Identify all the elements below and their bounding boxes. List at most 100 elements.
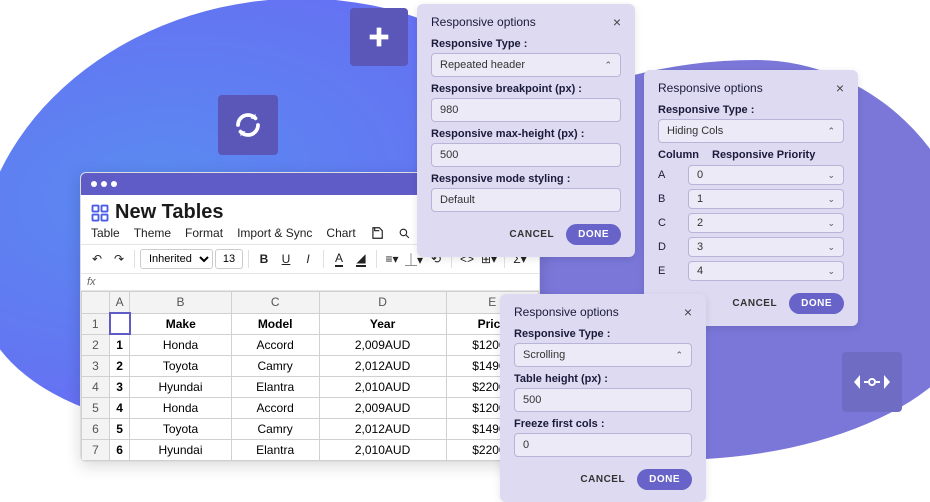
cell[interactable]: 3 <box>110 377 130 398</box>
breakpoint-label: Responsive breakpoint (px) : <box>431 83 621 95</box>
cell[interactable]: 2,009AUD <box>319 334 446 356</box>
mode-styling-select[interactable]: Default <box>431 188 621 212</box>
formula-bar[interactable]: fx <box>81 274 539 291</box>
done-button[interactable]: DONE <box>637 469 692 490</box>
col-header[interactable]: C <box>231 292 319 314</box>
cell[interactable]: Hyundai <box>130 377 231 398</box>
priority-col-label: C <box>658 217 678 229</box>
cell[interactable]: 2,012AUD <box>319 419 446 440</box>
app-title: New Tables <box>115 201 224 224</box>
table-height-input[interactable]: 500 <box>514 388 692 412</box>
freeze-cols-input[interactable]: 0 <box>514 433 692 457</box>
row-header[interactable]: 5 <box>82 398 110 419</box>
done-button[interactable]: DONE <box>566 224 621 245</box>
cell[interactable]: 1 <box>110 334 130 356</box>
close-icon[interactable]: × <box>613 14 621 30</box>
cell[interactable]: Accord <box>231 334 319 356</box>
maxheight-input[interactable]: 500 <box>431 143 621 167</box>
bold-button[interactable]: B <box>254 248 274 270</box>
horizontal-scroll-icon <box>852 371 892 393</box>
chevron-up-icon: ⌃ <box>675 350 683 361</box>
cell[interactable]: Make <box>130 313 231 334</box>
chevron-up-icon: ⌃ <box>604 60 612 71</box>
underline-button[interactable]: U <box>276 248 296 270</box>
responsive-type-select[interactable]: Scrolling⌃ <box>514 343 692 367</box>
fill-color-button[interactable]: ◢ <box>351 248 371 270</box>
close-icon[interactable]: × <box>684 304 692 320</box>
menu-import-sync[interactable]: Import & Sync <box>237 226 312 240</box>
priority-select[interactable]: 4⌄ <box>688 261 844 281</box>
cell[interactable]: Accord <box>231 398 319 419</box>
cell[interactable]: 6 <box>110 440 130 461</box>
cell[interactable]: 5 <box>110 419 130 440</box>
maxheight-label: Responsive max-height (px) : <box>431 128 621 140</box>
row-header[interactable]: 4 <box>82 377 110 398</box>
panel-title: Responsive options <box>514 305 619 319</box>
cell[interactable]: Hyundai <box>130 440 231 461</box>
mode-styling-label: Responsive mode styling : <box>431 173 621 185</box>
cell[interactable]: 2,010AUD <box>319 377 446 398</box>
cell[interactable]: Toyota <box>130 419 231 440</box>
font-size-input[interactable] <box>215 248 243 270</box>
priority-select[interactable]: 3⌄ <box>688 237 844 257</box>
menu-format[interactable]: Format <box>185 226 223 240</box>
search-icon[interactable] <box>398 227 411 240</box>
col-header[interactable]: B <box>130 292 231 314</box>
cell[interactable]: 2,010AUD <box>319 440 446 461</box>
undo-button[interactable]: ↶ <box>87 248 107 270</box>
cell[interactable]: Honda <box>130 334 231 356</box>
row-header[interactable]: 2 <box>82 334 110 356</box>
chevron-down-icon: ⌄ <box>827 242 835 253</box>
spreadsheet-grid[interactable]: ABCDE 1MakeModelYearPrice21HondaAccord2,… <box>81 291 539 461</box>
chevron-down-icon: ⌄ <box>827 194 835 205</box>
row-header[interactable]: 7 <box>82 440 110 461</box>
row-header[interactable]: 6 <box>82 419 110 440</box>
priority-select[interactable]: 2⌄ <box>688 213 844 233</box>
close-icon[interactable]: × <box>836 80 844 96</box>
cancel-button[interactable]: CANCEL <box>732 298 777 309</box>
breakpoint-input[interactable]: 980 <box>431 98 621 122</box>
redo-button[interactable]: ↷ <box>109 248 129 270</box>
cell[interactable]: Honda <box>130 398 231 419</box>
app-logo-icon <box>91 204 109 222</box>
cell[interactable]: 2,012AUD <box>319 356 446 377</box>
row-header[interactable]: 1 <box>82 313 110 334</box>
refresh-tile <box>218 95 278 155</box>
cell[interactable]: Model <box>231 313 319 334</box>
done-button[interactable]: DONE <box>789 293 844 314</box>
save-icon[interactable] <box>370 226 384 240</box>
text-color-button[interactable]: A <box>329 248 349 270</box>
cell[interactable] <box>110 313 130 334</box>
cell[interactable]: Elantra <box>231 440 319 461</box>
menu-table[interactable]: Table <box>91 226 120 240</box>
plus-tile <box>350 8 408 66</box>
chevron-down-icon: ⌄ <box>827 170 835 181</box>
align-button[interactable]: ≡▾ <box>382 248 402 270</box>
table-height-label: Table height (px) : <box>514 373 692 385</box>
cell[interactable]: Year <box>319 313 446 334</box>
priority-select[interactable]: 1⌄ <box>688 189 844 209</box>
cancel-button[interactable]: CANCEL <box>509 229 554 240</box>
italic-button[interactable]: I <box>298 248 318 270</box>
menu-theme[interactable]: Theme <box>134 226 171 240</box>
row-header[interactable]: 3 <box>82 356 110 377</box>
cell[interactable]: Camry <box>231 356 319 377</box>
cell[interactable]: Elantra <box>231 377 319 398</box>
responsive-type-select[interactable]: Hiding Cols⌃ <box>658 119 844 143</box>
priority-row: E 4⌄ <box>658 261 844 281</box>
cell[interactable]: 2 <box>110 356 130 377</box>
priority-col-label: E <box>658 265 678 277</box>
col-header[interactable]: D <box>319 292 446 314</box>
responsive-type-select[interactable]: Repeated header⌃ <box>431 53 621 77</box>
col-header[interactable]: A <box>110 292 130 314</box>
priority-row: D 3⌄ <box>658 237 844 257</box>
cell[interactable]: Camry <box>231 419 319 440</box>
menu-chart[interactable]: Chart <box>326 226 355 240</box>
cell[interactable]: Toyota <box>130 356 231 377</box>
cell[interactable]: 4 <box>110 398 130 419</box>
priority-select[interactable]: 0⌄ <box>688 165 844 185</box>
cell[interactable]: 2,009AUD <box>319 398 446 419</box>
cancel-button[interactable]: CANCEL <box>580 474 625 485</box>
priority-col-label: A <box>658 169 678 181</box>
font-family-select[interactable]: Inherited <box>140 248 213 270</box>
